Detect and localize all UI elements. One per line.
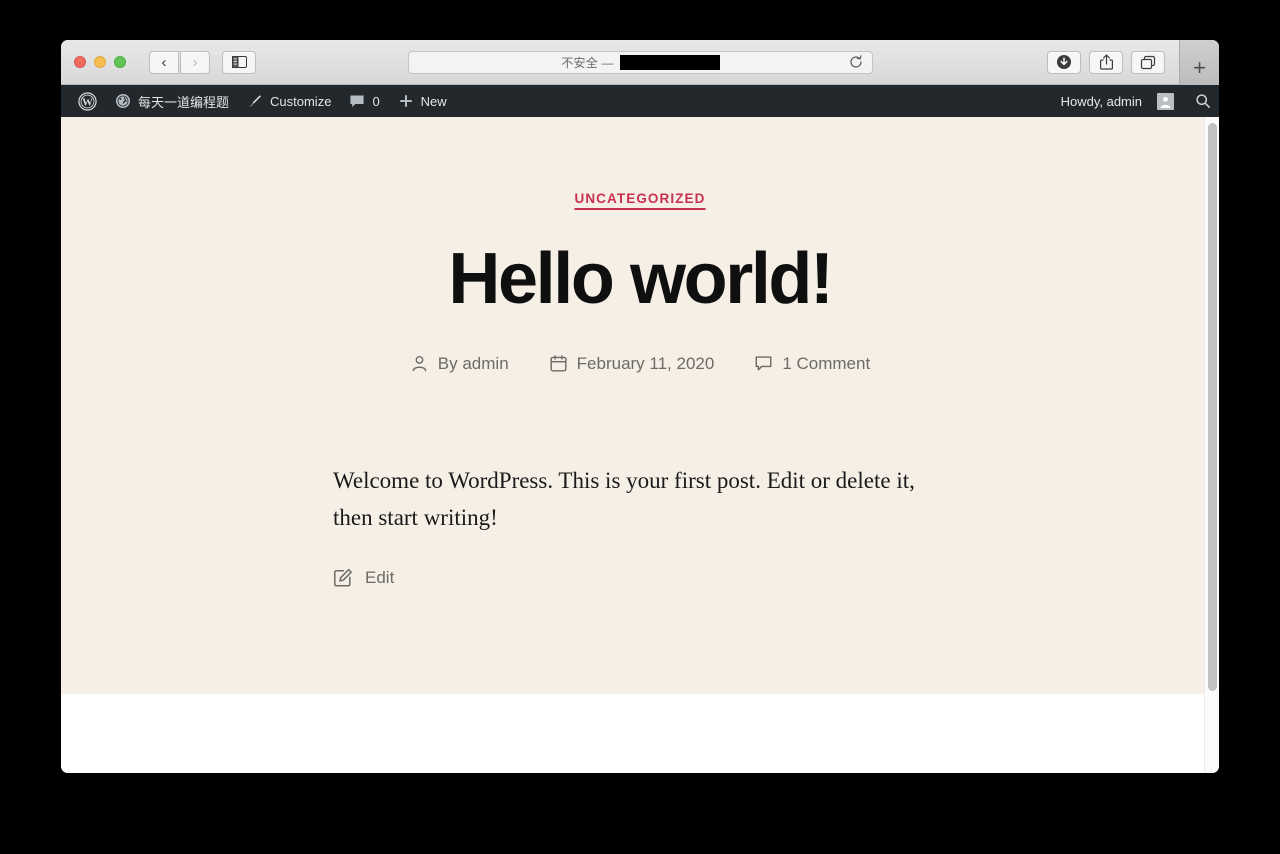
- plus-icon: +: [1193, 54, 1206, 80]
- sidebar-toggle-button[interactable]: [222, 50, 256, 74]
- reload-button[interactable]: [849, 55, 863, 69]
- share-button[interactable]: [1089, 50, 1123, 74]
- new-label: New: [420, 93, 447, 109]
- site-content: UNCATEGORIZED Hello world! By admin Febr…: [61, 117, 1219, 773]
- reload-icon: [850, 55, 862, 68]
- post-meta-date[interactable]: February 11, 2020: [549, 353, 715, 374]
- tab-overview-button[interactable]: [1131, 50, 1165, 74]
- maximize-window-button[interactable]: [114, 56, 126, 68]
- post-meta: By admin February 11, 2020 1 Comment: [61, 354, 1219, 374]
- edit-label: Edit: [365, 568, 395, 588]
- post-article: UNCATEGORIZED Hello world! By admin Febr…: [61, 117, 1219, 694]
- forward-button[interactable]: ›: [180, 50, 210, 74]
- post-meta-author[interactable]: By admin: [410, 354, 509, 374]
- admin-bar-item-my-account[interactable]: Howdy, admin: [1052, 85, 1183, 117]
- admin-bar-item-wp-logo[interactable]: W: [69, 85, 106, 117]
- post-comments-label: 1 Comment: [782, 353, 871, 373]
- user-avatar-icon: [1157, 92, 1174, 110]
- browser-toolbar: ‹ › 不安全 — +: [61, 40, 1219, 85]
- admin-bar-left-group: W 每天一道编程题 Customize 0 New: [61, 85, 456, 117]
- plus-icon: [398, 93, 414, 109]
- wordpress-logo-icon: W: [78, 91, 97, 111]
- back-button[interactable]: ‹: [149, 50, 179, 74]
- close-window-button[interactable]: [74, 56, 86, 68]
- wordpress-admin-bar: W 每天一道编程题 Customize 0 New Howdy, admin: [61, 85, 1219, 117]
- paintbrush-icon: [247, 93, 263, 109]
- site-name-label: 每天一道编程题: [138, 94, 230, 110]
- post-footer-area: [61, 694, 1219, 773]
- customize-label: Customize: [270, 93, 332, 109]
- redacted-url: [619, 54, 720, 70]
- tabs-icon: [1140, 55, 1156, 69]
- page-scrollbar-thumb[interactable]: [1208, 123, 1217, 691]
- post-content: Welcome to WordPress. This is your first…: [333, 467, 915, 530]
- admin-bar-item-site-name[interactable]: 每天一道编程题: [106, 85, 238, 117]
- toolbar-right-buttons: [1047, 50, 1165, 74]
- page-scrollbar[interactable]: [1204, 117, 1219, 773]
- chevron-left-icon: ‹: [161, 53, 167, 71]
- comments-count-label: 0: [372, 93, 380, 109]
- svg-text:W: W: [82, 96, 93, 108]
- entry-header: UNCATEGORIZED Hello world! By admin Febr…: [61, 190, 1219, 374]
- comment-bubble-icon: [349, 94, 365, 109]
- search-icon[interactable]: [1195, 93, 1211, 109]
- edit-pencil-icon: [333, 568, 353, 588]
- chevron-right-icon: ›: [192, 53, 198, 71]
- new-tab-button[interactable]: +: [1179, 40, 1219, 85]
- admin-bar-item-new[interactable]: New: [389, 85, 456, 117]
- post-meta-comments[interactable]: 1 Comment: [754, 354, 870, 374]
- edit-post-link[interactable]: Edit: [324, 568, 956, 588]
- downloads-button[interactable]: [1047, 50, 1081, 74]
- address-bar[interactable]: 不安全 —: [408, 50, 873, 74]
- post-author-label: By admin: [437, 353, 509, 373]
- howdy-label: Howdy, admin: [1060, 93, 1142, 109]
- download-icon: [1057, 55, 1071, 69]
- window-controls: [74, 56, 126, 68]
- dashboard-icon: [115, 93, 131, 109]
- browser-window: ‹ › 不安全 — + W 每天一道编程题 Customize 0 New Ho…: [61, 40, 1219, 773]
- admin-bar-item-comments[interactable]: 0: [340, 85, 388, 117]
- admin-bar-item-customize[interactable]: Customize: [238, 85, 340, 117]
- comment-bubble-icon: [754, 354, 773, 373]
- sidebar-toggle-icon: [231, 56, 247, 68]
- admin-bar-right-group: Howdy, admin: [1052, 85, 1219, 117]
- post-title: Hello world!: [448, 239, 834, 319]
- navigation-buttons: ‹ ›: [149, 50, 210, 74]
- share-icon: [1099, 54, 1113, 70]
- person-icon: [410, 354, 429, 373]
- post-date-label: February 11, 2020: [576, 353, 715, 373]
- post-category-link[interactable]: UNCATEGORIZED: [574, 191, 705, 206]
- insecure-warning-label: 不安全 —: [561, 55, 614, 70]
- minimize-window-button[interactable]: [94, 56, 106, 68]
- calendar-icon: [549, 354, 568, 373]
